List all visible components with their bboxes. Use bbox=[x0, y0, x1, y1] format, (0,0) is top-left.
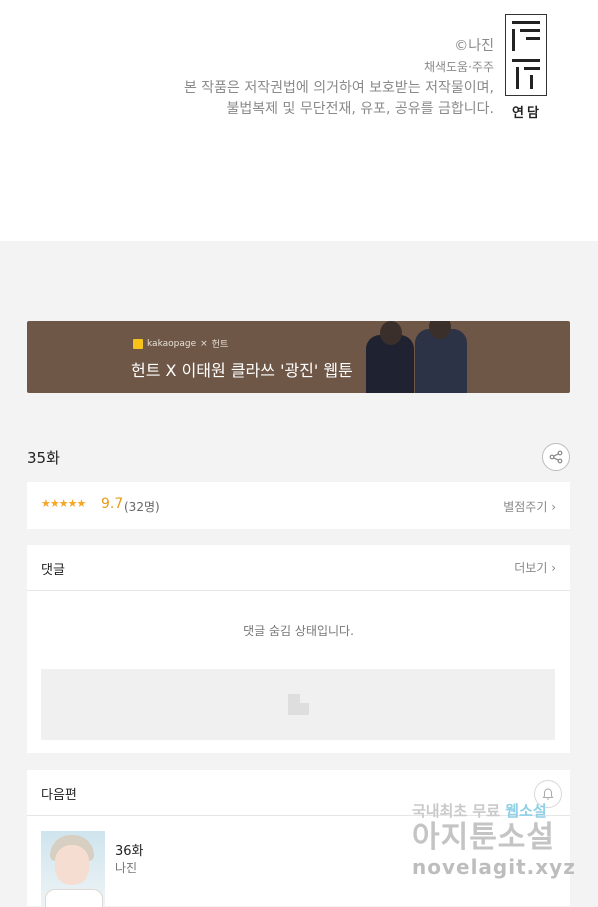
kakaopage-logo-icon bbox=[133, 338, 143, 349]
rating-count: (32명) bbox=[124, 500, 160, 514]
next-episode-title[interactable]: 36화 bbox=[115, 840, 144, 859]
rating-stars-icon: ★★★★★ bbox=[41, 497, 86, 510]
comments-hidden-message: 댓글 숨김 상태입니다. bbox=[243, 624, 354, 638]
comments-header: 댓글 더보기 › bbox=[27, 545, 570, 591]
watermark-line1-a: 국내최초 무료 bbox=[412, 802, 501, 820]
next-episode-author: 나진 bbox=[115, 861, 138, 875]
credits-section: ©나진 채색도움·주주 본 작품은 저작권법에 의거하여 보호받는 저작물이며,… bbox=[0, 0, 598, 241]
next-episode-section-title: 다음편 bbox=[41, 788, 77, 803]
studio-seal-icon bbox=[505, 14, 547, 96]
watermark-line2: 아지툰소설 bbox=[412, 820, 555, 855]
image-placeholder-icon bbox=[288, 694, 309, 715]
banner-partner: 헌트 bbox=[211, 340, 229, 350]
rating-score: 9.7 bbox=[101, 496, 124, 512]
next-episode-thumbnail[interactable] bbox=[41, 831, 105, 907]
copyright-notice-line2: 불법복제 및 무단전재, 유포, 공유를 금합니다. bbox=[226, 101, 494, 117]
author-credit: ©나진 bbox=[454, 38, 494, 54]
share-button[interactable] bbox=[542, 443, 570, 471]
promo-banner[interactable]: kakaopage × 헌트 헌트 X 이태원 클라쓰 '광진' 웹툰 bbox=[27, 321, 570, 393]
comments-title: 댓글 bbox=[41, 563, 65, 578]
rating-card: ★★★★★ 9.7 (32명) 별점주기 › bbox=[27, 482, 570, 529]
banner-character-1 bbox=[366, 321, 414, 393]
copyright-notice-line1: 본 작품은 저작권법에 의거하여 보호받는 저작물이며, bbox=[183, 80, 494, 96]
banner-character-2 bbox=[415, 321, 467, 393]
comments-more-link[interactable]: 더보기 › bbox=[514, 559, 556, 576]
bell-icon bbox=[542, 788, 554, 800]
banner-brand-separator: × bbox=[200, 338, 208, 349]
episode-title: 35화 bbox=[27, 449, 60, 467]
comments-card: 댓글 더보기 › 댓글 숨김 상태입니다. bbox=[27, 545, 570, 753]
rate-button[interactable]: 별점주기 › bbox=[503, 498, 556, 515]
studio-logo: 연담 bbox=[505, 14, 549, 121]
assist-credit: 채색도움·주주 bbox=[423, 60, 494, 74]
site-watermark: 국내최초 무료 웹소설 아지툰소설 novelagit.xyz bbox=[412, 800, 582, 879]
banner-brand-line: kakaopage × 헌트 bbox=[133, 337, 228, 350]
banner-title: 헌트 X 이태원 클라쓰 '광진' 웹툰 bbox=[131, 361, 353, 380]
banner-brand: kakaopage bbox=[147, 338, 197, 349]
copyright-text: ©나진 채색도움·주주 본 작품은 저작권법에 의거하여 보호받는 저작물이며,… bbox=[184, 36, 494, 120]
watermark-line1: 국내최초 무료 웹소설 bbox=[412, 800, 582, 821]
watermark-line3: novelagit.xyz bbox=[412, 855, 576, 879]
ad-placeholder bbox=[41, 669, 555, 740]
studio-name: 연담 bbox=[512, 106, 542, 121]
watermark-line1-b: 웹소설 bbox=[505, 802, 547, 820]
share-icon bbox=[549, 450, 563, 464]
episode-header: 35화 bbox=[27, 441, 570, 473]
